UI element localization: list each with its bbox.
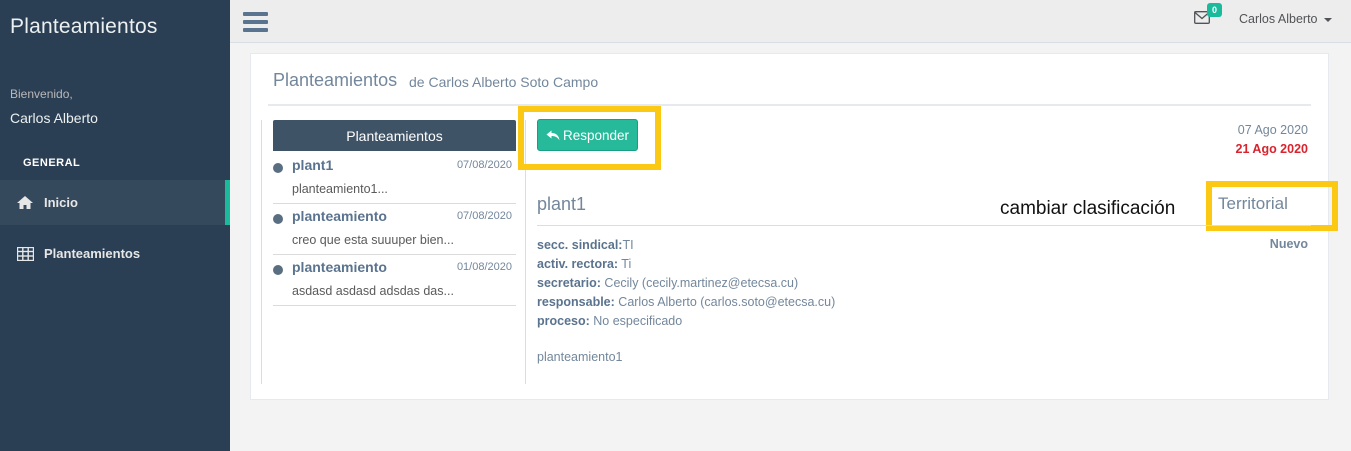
app-brand[interactable]: Planteamientos (10, 15, 158, 39)
field-responsable: responsable: Carlos Alberto (carlos.soto… (537, 295, 836, 309)
highlight-box (1206, 181, 1338, 231)
menu-section-title: GENERAL (23, 157, 81, 169)
table-icon (15, 246, 35, 262)
unread-dot-icon (273, 214, 283, 224)
page-subtitle: de Carlos Alberto Soto Campo (409, 74, 599, 90)
list-item[interactable]: planteamiento 07/08/2020 creo que esta s… (273, 204, 516, 255)
unread-dot-icon (273, 163, 283, 173)
detail-divider (537, 225, 1311, 226)
sidebar-item-label: Planteamientos (44, 246, 141, 261)
unread-dot-icon (273, 265, 283, 275)
message-list-header: Planteamientos (273, 120, 516, 151)
user-dropdown-label: Carlos Alberto (1239, 12, 1318, 26)
top-navbar: 0 Carlos Alberto (230, 0, 1351, 43)
caret-down-icon (1323, 17, 1332, 22)
message-fields: secc. sindical:TI activ. rectora: Ti sec… (537, 236, 835, 331)
sidebar: Planteamientos Bienvenido, Carlos Albert… (0, 0, 230, 451)
field-actividad-rectora: activ. rectora: Ti (537, 257, 632, 271)
list-item[interactable]: plant1 07/08/2020 planteamiento1... (273, 153, 516, 204)
highlight-box (518, 106, 661, 170)
field-secretario: secretario: Cecily (cecily.martinez@etec… (537, 276, 799, 290)
sidebar-item-inicio[interactable]: Inicio (0, 180, 230, 225)
message-title: plant1 (537, 194, 587, 214)
list-item-excerpt: planteamiento1... (292, 182, 388, 196)
sidebar-item-label: Inicio (44, 195, 78, 210)
field-seccion-sindical: secc. sindical:TI (537, 238, 634, 252)
list-item-subject: planteamiento (292, 259, 387, 275)
message-body: planteamiento1 (537, 350, 623, 364)
list-item-excerpt: asdasd asdasd adsdas das... (292, 284, 454, 298)
user-dropdown[interactable]: Carlos Alberto (1239, 12, 1332, 26)
welcome-user-name: Carlos Alberto (10, 110, 98, 126)
message-date: 07 Ago 2020 (1237, 123, 1308, 137)
list-item-date: 01/08/2020 (456, 261, 512, 273)
main-panel: Planteamientos de Carlos Alberto Soto Ca… (250, 53, 1338, 400)
mail-count-badge: 0 (1207, 3, 1223, 17)
list-item-subject: plant1 (292, 157, 334, 173)
status-badge: Nuevo (1269, 237, 1308, 251)
welcome-text: Bienvenido, (10, 87, 73, 101)
page-title: Planteamientos (273, 70, 398, 90)
menu-toggle-icon[interactable] (243, 12, 268, 34)
title-divider (268, 104, 1311, 106)
list-item-subject: planteamiento (292, 208, 387, 224)
due-date: 21 Ago 2020 (1235, 142, 1309, 156)
sidebar-item-planteamientos[interactable]: Planteamientos (0, 231, 230, 276)
list-item-date: 07/08/2020 (456, 159, 512, 171)
annotation-text: cambiar clasificación (1000, 198, 1176, 219)
list-item-excerpt: creo que esta suuuper bien... (292, 233, 454, 247)
field-proceso: proceso: No especificado (537, 314, 683, 328)
home-icon (15, 195, 35, 211)
list-item[interactable]: planteamiento 01/08/2020 asdasd asdasd a… (273, 255, 516, 306)
list-item-date: 07/08/2020 (456, 210, 512, 222)
message-list: Planteamientos plant1 07/08/2020 plantea… (261, 120, 526, 384)
